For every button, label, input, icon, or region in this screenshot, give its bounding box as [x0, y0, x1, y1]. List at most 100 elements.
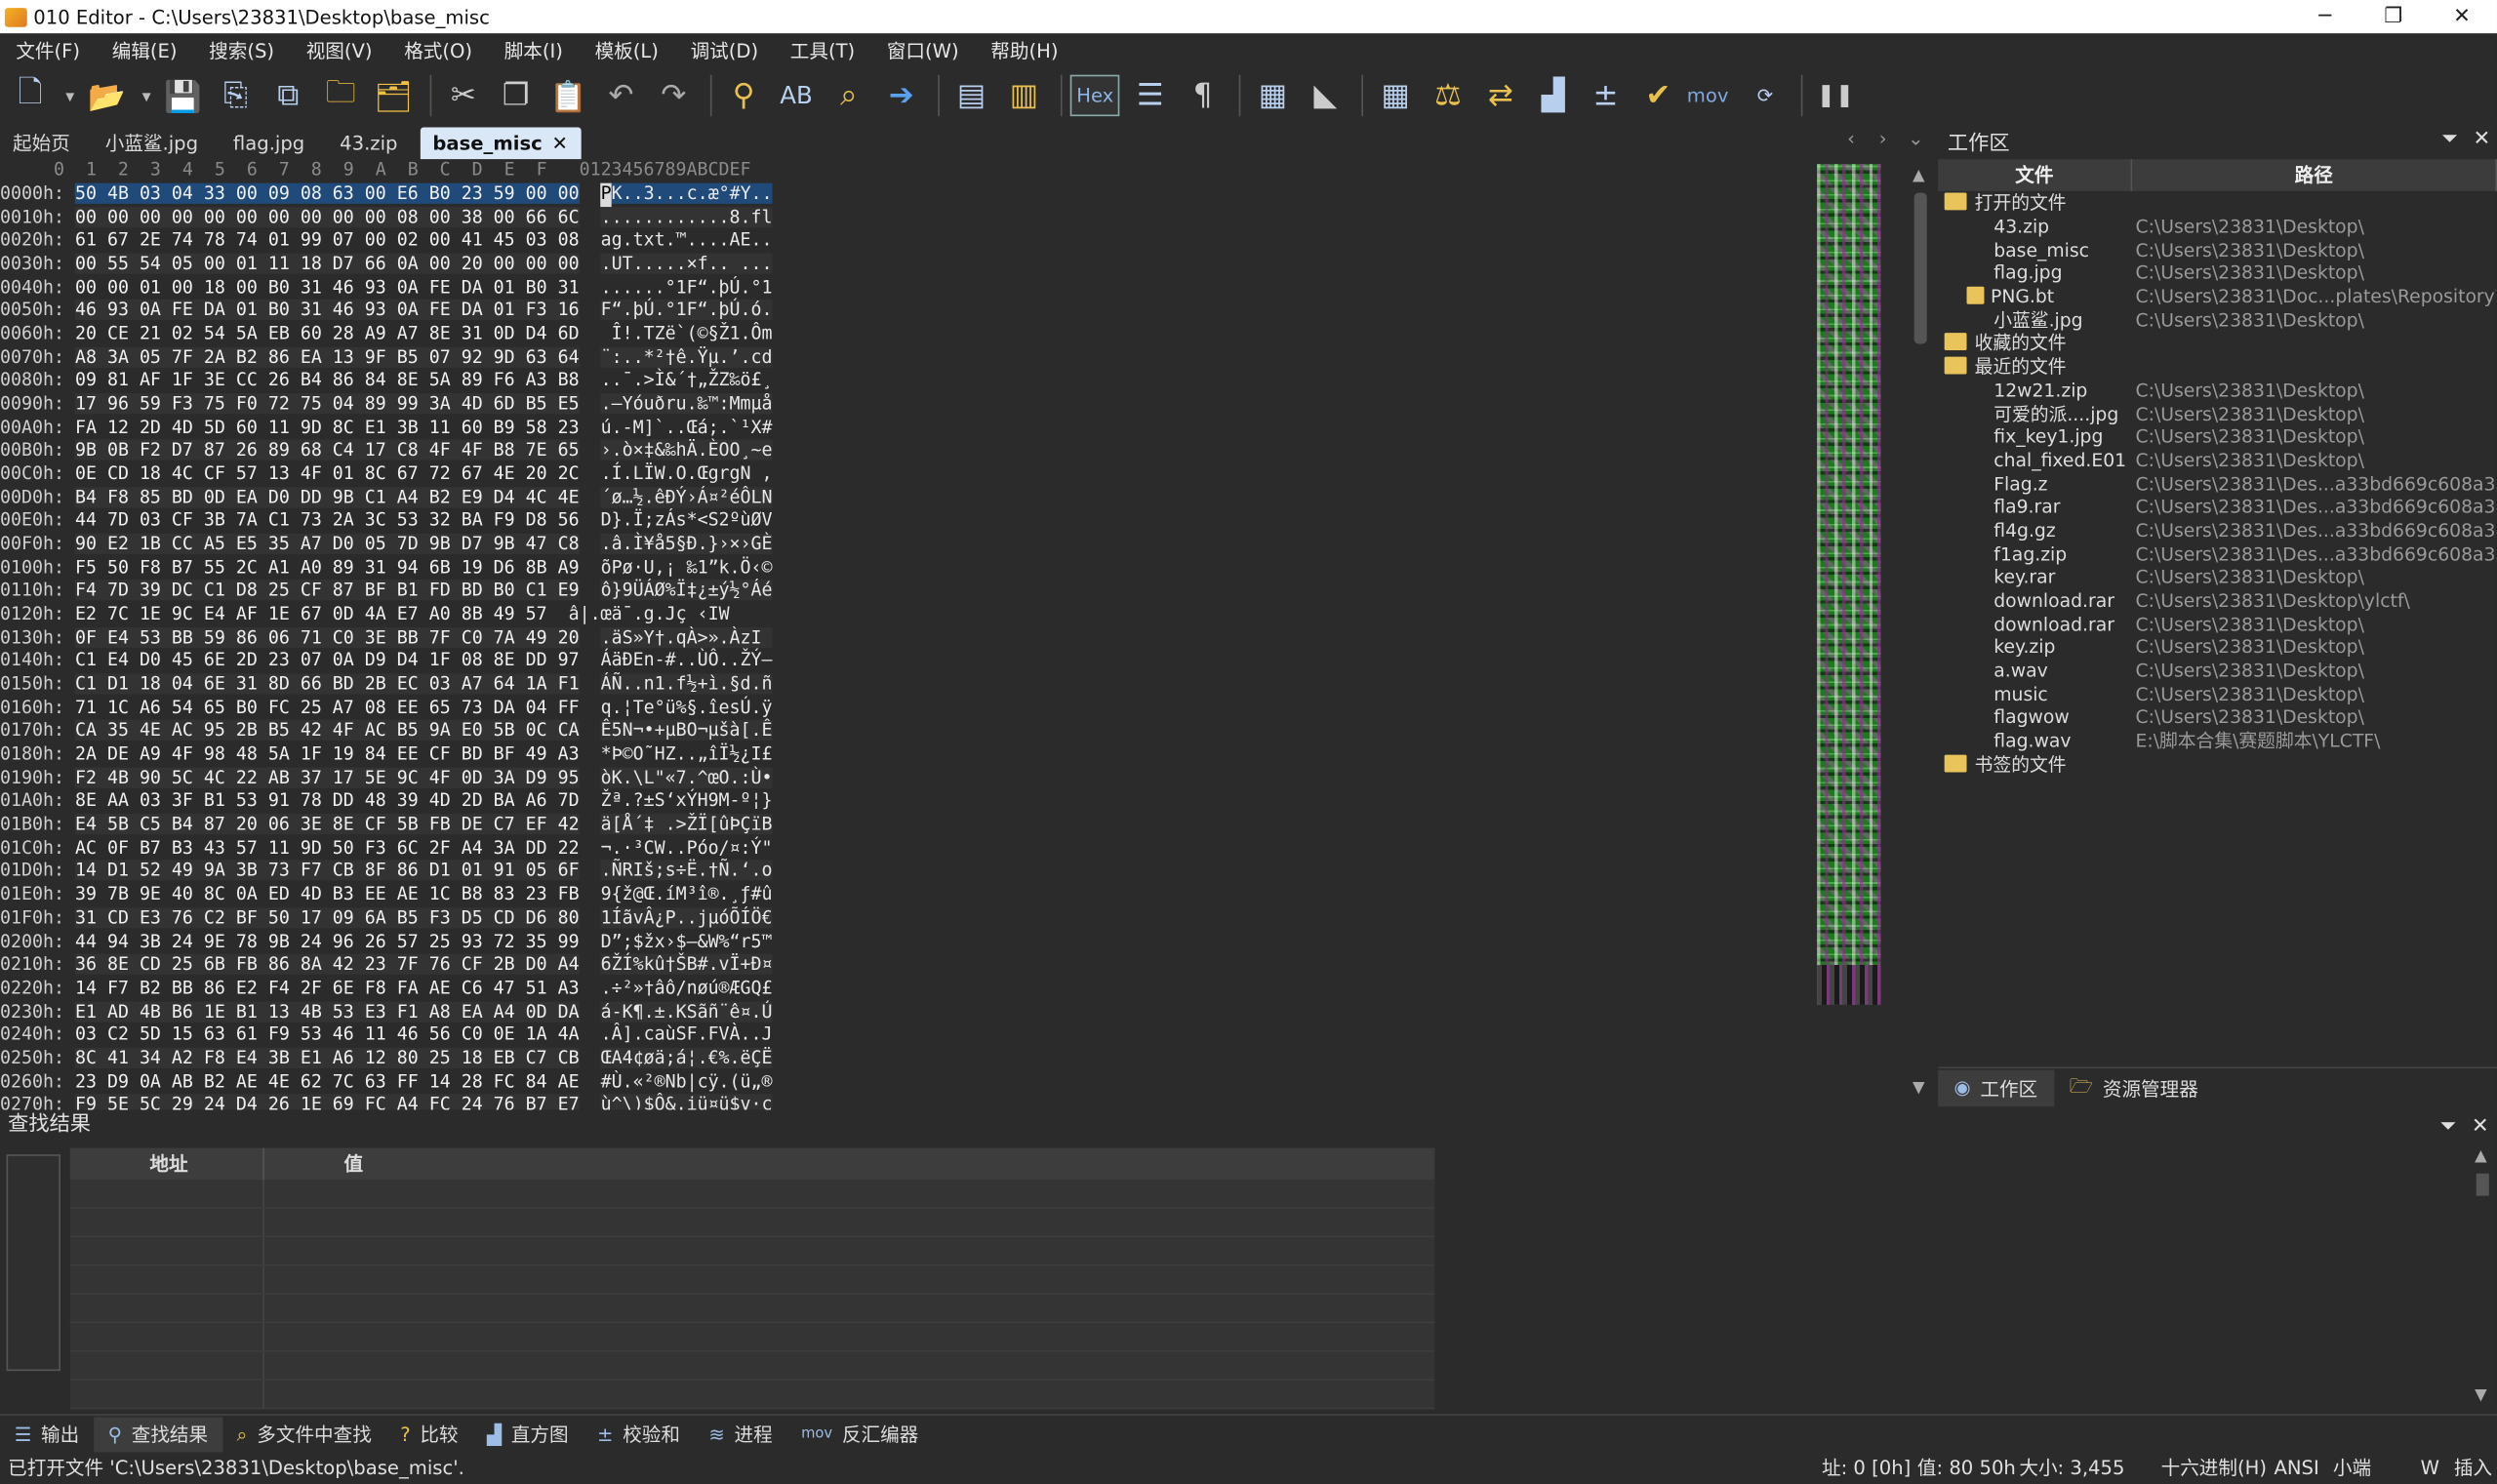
- hex-row[interactable]: 0010h: 00 00 00 00 00 00 00 00 00 00 08 …: [0, 206, 773, 230]
- hex-row-bytes[interactable]: 36 8E CD 25 6B FB 86 8A 42 23 7F 76 CF 2…: [74, 953, 580, 976]
- save-as-icon[interactable]: ⎘: [212, 71, 260, 119]
- pause-icon[interactable]: ❚❚: [1811, 71, 1859, 119]
- text-mode-icon[interactable]: ☰: [1126, 71, 1174, 119]
- open-dropdown-icon[interactable]: ▾: [136, 71, 158, 119]
- hex-row[interactable]: 0170h: CA 35 4E AC 95 2B B5 42 4F AC B5 …: [0, 720, 773, 743]
- hex-row-text[interactable]: ......°1F“.þÚ.°1: [601, 276, 773, 297]
- workspace-file-row[interactable]: download.rar C:\Users\23831\Desktop\ylctf…: [1938, 588, 2497, 612]
- workspace-file-row[interactable]: download.rar C:\Users\23831\Desktop\: [1938, 612, 2497, 635]
- hex-row-text[interactable]: .ÑRIš;s÷Ë.†Ñ.‘.o: [600, 861, 773, 882]
- workspace-icon[interactable]: 🗂: [370, 71, 418, 119]
- hex-row[interactable]: 0090h: 17 96 59 F3 75 F0 72 75 04 89 99 …: [0, 393, 773, 417]
- hex-row-bytes[interactable]: 90 E2 1B CC A5 E5 35 A7 D0 05 7D 9B D7 9…: [74, 533, 580, 555]
- workspace-file-row[interactable]: a.wav C:\Users\23831\Desktop\: [1938, 659, 2497, 682]
- hex-row-bytes[interactable]: 8E AA 03 3F B1 53 91 78 DD 48 39 4D 2D B…: [75, 790, 580, 811]
- scroll-up-icon[interactable]: ▲: [1913, 167, 1925, 184]
- hex-row-bytes[interactable]: 31 CD E3 76 C2 BF 50 17 09 6A B5 F3 D5 C…: [74, 906, 580, 929]
- hex-row-bytes[interactable]: 61 67 2E 74 78 74 01 99 07 00 02 00 41 4…: [75, 230, 580, 251]
- copy-icon[interactable]: ❐: [492, 71, 540, 119]
- hex-row-bytes[interactable]: AC 0F B7 B3 43 57 11 9D 50 F3 6C 2F A4 3…: [75, 837, 580, 858]
- hex-lines[interactable]: 0000h: 50 4B 03 04 33 00 09 08 63 00 E6 …: [0, 182, 773, 1188]
- maximize-button[interactable]: ❐: [2358, 0, 2429, 33]
- hex-row[interactable]: 0260h: 23 D9 0A AB B2 AE 4E 62 7C 63 FF …: [0, 1071, 773, 1095]
- hex-row[interactable]: 01A0h: 8E AA 03 3F B1 53 91 78 DD 48 39 …: [0, 790, 773, 814]
- hex-row-text[interactable]: òK.\L"«7.^œO.:Ù•: [600, 767, 773, 788]
- panel-menu-icon[interactable]: ⏷: [2439, 1111, 2456, 1143]
- hex-scrollbar[interactable]: ▲ ▼: [1908, 164, 1934, 1107]
- hex-row[interactable]: 01B0h: E4 5B C5 B4 87 20 06 3E 8E CF 5B …: [0, 814, 773, 837]
- tab-output[interactable]: ☰ 输出: [0, 1417, 94, 1452]
- hex-row-text[interactable]: ›.ò×‡&‰hÄ.ÈOO¸~e: [600, 440, 773, 461]
- hex-row-bytes[interactable]: C1 D1 18 04 6E 31 8D 66 BD 2B EC 03 A7 6…: [74, 673, 580, 695]
- hex-row-text[interactable]: ..¯.>Ì&´†„ŽZ‰ö£¸: [601, 370, 773, 390]
- hex-row[interactable]: 01D0h: 14 D1 52 49 9A 3B 73 F7 CB 8F 86 …: [0, 861, 773, 884]
- find-result-row[interactable]: [69, 1294, 1435, 1324]
- hex-row-text[interactable]: ô}9ÜÁØ%Ï‡¿±ý½°Áé: [600, 580, 773, 601]
- tab-process[interactable]: ≋ 进程: [695, 1417, 787, 1452]
- save-all-icon[interactable]: ⧉: [264, 71, 312, 119]
- open-folder-icon[interactable]: 🗀: [317, 71, 365, 119]
- hex-row-text[interactable]: Î!.TZë`(©§Ž1.Ôm: [601, 323, 773, 343]
- workspace-file-row[interactable]: key.rar C:\Users\23831\Desktop\: [1938, 565, 2497, 588]
- hex-row-text[interactable]: 1ÍãvÂ¿P..jµóÕÍÖ€: [600, 906, 773, 929]
- hex-row-text[interactable]: .â.Ì¥å5§Ð.}›×›GÈ: [600, 533, 773, 555]
- run-script-icon[interactable]: ▤: [947, 71, 995, 119]
- hex-row-bytes[interactable]: 03 C2 5D 15 63 61 F9 53 46 11 46 56 C0 0…: [75, 1024, 580, 1045]
- hex-row-text[interactable]: 6ŽÍ%kû†ŠB#.vÏ+Ð¤: [600, 953, 773, 976]
- hex-row-bytes[interactable]: 23 D9 0A AB B2 AE 4E 62 7C 63 FF 14 28 F…: [75, 1071, 580, 1092]
- status-insert[interactable]: 插入: [2454, 1454, 2492, 1484]
- menu-template[interactable]: 模板(L): [579, 37, 674, 64]
- hex-row-text[interactable]: Žª.?±S‘xÝH9M-º¦}: [601, 790, 773, 811]
- workspace-file-row[interactable]: fla9.rar C:\Users\23831\Des...a33bd669c60…: [1938, 495, 2497, 518]
- highlight-icon[interactable]: ◣: [1302, 71, 1349, 119]
- tab-xiaolansha-jpg[interactable]: 小蓝鲨.jpg: [93, 128, 211, 160]
- menu-script[interactable]: 脚本(I): [488, 37, 579, 64]
- workspace-file-row[interactable]: Flag.z C:\Users\23831\Des...a33bd669c608a…: [1938, 471, 2497, 495]
- hex-row[interactable]: 0070h: A8 3A 05 7F 2A B2 86 EA 13 9F B5 …: [0, 346, 773, 370]
- hex-row[interactable]: 0140h: C1 E4 D0 45 6E 2D 23 07 0A D9 D4 …: [0, 651, 773, 674]
- tab-start-page[interactable]: 起始页: [0, 128, 83, 160]
- hex-row-text[interactable]: ŒA4¢øä;á¦.€%.ëÇË: [600, 1047, 773, 1068]
- scroll-thumb[interactable]: [1913, 192, 1927, 344]
- workspace-file-row[interactable]: 43.zip C:\Users\23831\Desktop\: [1938, 215, 2497, 238]
- hex-row[interactable]: 0110h: F4 7D 39 DC C1 D8 25 CF 87 BF B1 …: [0, 580, 773, 604]
- find-results-scrollbar[interactable]: ▲ ▼: [2470, 1148, 2495, 1413]
- hex-row-text[interactable]: á-K¶.±.KSãñ¨ê¤.Ú: [600, 1000, 773, 1022]
- status-endian[interactable]: 小端: [2333, 1454, 2371, 1484]
- find-result-row[interactable]: [69, 1351, 1435, 1381]
- hex-row-text[interactable]: Ê5N¬•+µBO¬µšà[.Ê: [600, 720, 773, 742]
- hex-row[interactable]: 0250h: 8C 41 34 A2 F8 E4 3B E1 A6 12 80 …: [0, 1047, 773, 1071]
- minimize-button[interactable]: ─: [2290, 0, 2360, 33]
- close-tab-icon[interactable]: ✕: [552, 132, 568, 154]
- tab-find-in-files[interactable]: ⌕ 多文件中查找: [222, 1417, 386, 1452]
- hex-row[interactable]: 0190h: F2 4B 90 5C 4C 22 AB 37 17 5E 9C …: [0, 767, 773, 790]
- hex-mode-button[interactable]: Hex: [1069, 74, 1120, 117]
- workspace-file-row[interactable]: fl4g.gz C:\Users\23831\Des...a33bd669c608…: [1938, 518, 2497, 541]
- calculator-icon[interactable]: ▦: [1372, 71, 1420, 119]
- workspace-group[interactable]: 收藏的文件: [1938, 332, 2497, 355]
- hex-row-text[interactable]: ä[Å´‡ .>ŽÏ[ûÞÇïB: [600, 814, 773, 835]
- menu-edit[interactable]: 编辑(E): [96, 37, 192, 64]
- hex-row-text[interactable]: D}.Ï;zÁs*<S2ºùØV: [601, 510, 773, 531]
- tab-compare[interactable]: ? 比较: [386, 1417, 473, 1452]
- workspace-group[interactable]: 打开的文件: [1938, 191, 2497, 215]
- find-in-files-icon[interactable]: ⌕: [825, 71, 872, 119]
- tab-next-icon[interactable]: ›: [1879, 128, 1887, 150]
- hex-row-text[interactable]: õPø·U,¡ ‰1”k.Ö‹©: [601, 557, 773, 578]
- hex-row[interactable]: 0120h: E2 7C 1E 9C E4 AF 1E 67 0D 4A E7 …: [0, 604, 773, 627]
- hex-row-bytes[interactable]: 8C 41 34 A2 F8 E4 3B E1 A6 12 80 25 18 E…: [74, 1047, 580, 1068]
- hex-row-text[interactable]: ag.txt.™....AE..: [601, 230, 773, 251]
- hex-row[interactable]: 00E0h: 44 7D 03 CF 3B 7A C1 73 2A 3C 53 …: [0, 510, 773, 534]
- find-result-row[interactable]: [69, 1380, 1435, 1410]
- hex-row[interactable]: 0160h: 71 1C A6 54 65 B0 FC 25 A7 08 EE …: [0, 697, 773, 720]
- hex-row-text[interactable]: PK..3...c.æ°#Y..: [600, 182, 773, 207]
- find-result-row[interactable]: [69, 1265, 1435, 1295]
- hex-row[interactable]: 00D0h: B4 F8 85 BD 0D EA D0 DD 9B C1 A4 …: [0, 486, 773, 510]
- workspace-file-row[interactable]: f1ag.zip C:\Users\23831\Des...a33bd669c60…: [1938, 541, 2497, 565]
- hex-row-bytes[interactable]: 20 CE 21 02 54 5A EB 60 28 A9 A7 8E 31 0…: [75, 323, 580, 343]
- hex-row[interactable]: 0040h: 00 00 01 00 18 00 B0 31 46 93 0A …: [0, 276, 773, 300]
- hex-row-bytes[interactable]: E2 7C 1E 9C E4 AF 1E 67 0D 4A E7 A0 8B 4…: [75, 604, 547, 624]
- status-mode[interactable]: 十六进制(H): [2161, 1454, 2267, 1484]
- tab-prev-icon[interactable]: ‹: [1847, 128, 1855, 150]
- hex-row-text[interactable]: #Ù.«²®Nb|cÿ.(ü„®: [601, 1071, 773, 1092]
